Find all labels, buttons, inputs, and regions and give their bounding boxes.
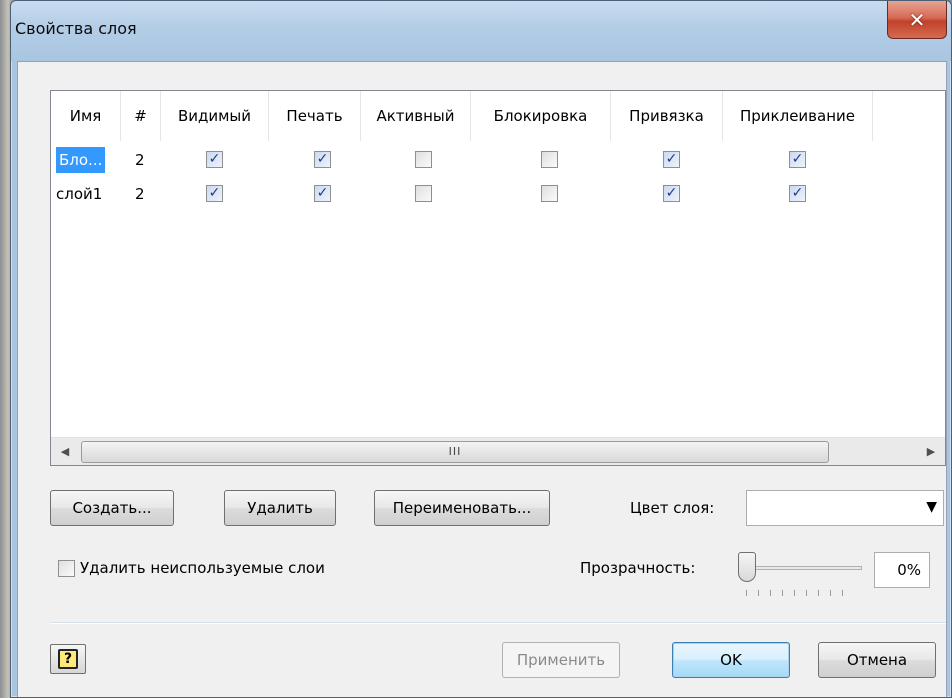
create-button[interactable]: Создать... bbox=[50, 490, 174, 526]
title-bar: Свойства слоя ✕ bbox=[11, 1, 951, 61]
snap-checkbox[interactable]: ✓ bbox=[663, 185, 680, 202]
help-icon: ? bbox=[58, 649, 78, 669]
chevron-down-icon: ▼ bbox=[926, 499, 937, 515]
active-checkbox[interactable] bbox=[415, 151, 432, 168]
column-header-visible[interactable]: Видимый bbox=[161, 91, 269, 141]
table-row[interactable]: Бло... 2 ✓ ✓ ✓ ✓ bbox=[51, 143, 945, 177]
column-header-snap[interactable]: Привязка bbox=[611, 91, 723, 141]
visible-checkbox[interactable]: ✓ bbox=[206, 151, 223, 168]
remove-unused-checkbox[interactable] bbox=[58, 560, 75, 577]
print-checkbox[interactable]: ✓ bbox=[314, 185, 331, 202]
layer-name-cell[interactable]: Бло... bbox=[51, 143, 106, 177]
layer-color-select[interactable]: ▼ bbox=[746, 490, 944, 526]
scroll-right-icon[interactable]: ▶ bbox=[917, 438, 945, 466]
lock-checkbox[interactable] bbox=[541, 185, 558, 202]
delete-button[interactable]: Удалить bbox=[224, 490, 336, 526]
table-row[interactable]: слой1 2 ✓ ✓ ✓ ✓ bbox=[51, 177, 945, 211]
layers-list[interactable]: Имя # Видимый Печать Активный Блокировка… bbox=[50, 90, 946, 466]
column-header-name[interactable]: Имя bbox=[51, 91, 121, 141]
column-header-glue[interactable]: Приклеивание bbox=[723, 91, 873, 141]
scroll-left-icon[interactable]: ◀ bbox=[51, 438, 79, 466]
column-header-active[interactable]: Активный bbox=[361, 91, 471, 141]
active-checkbox[interactable] bbox=[415, 185, 432, 202]
transparency-label: Прозрачность: bbox=[580, 559, 696, 577]
layer-count-cell: 2 bbox=[135, 185, 145, 203]
separator-line bbox=[50, 622, 946, 624]
list-header: Имя # Видимый Печать Активный Блокировка… bbox=[51, 91, 945, 141]
horizontal-scrollbar[interactable]: ◀ III ▶ bbox=[51, 437, 945, 465]
visible-checkbox[interactable]: ✓ bbox=[206, 185, 223, 202]
layer-name: слой1 bbox=[56, 185, 103, 203]
dialog-body: Имя # Видимый Печать Активный Блокировка… bbox=[17, 61, 947, 697]
column-header-count[interactable]: # bbox=[121, 91, 161, 141]
layer-name-cell[interactable]: слой1 bbox=[51, 177, 102, 211]
column-header-print[interactable]: Печать bbox=[269, 91, 361, 141]
layer-count-cell: 2 bbox=[135, 151, 145, 169]
transparency-value-field[interactable]: 0% bbox=[874, 552, 930, 588]
transparency-slider-track[interactable] bbox=[746, 566, 862, 570]
close-button[interactable]: ✕ bbox=[887, 1, 947, 39]
close-icon: ✕ bbox=[908, 7, 926, 32]
transparency-slider-thumb[interactable] bbox=[738, 552, 756, 582]
lock-checkbox[interactable] bbox=[541, 151, 558, 168]
print-checkbox[interactable]: ✓ bbox=[314, 151, 331, 168]
remove-unused-label: Удалить неиспользуемые слои bbox=[80, 559, 325, 577]
column-header-lock[interactable]: Блокировка bbox=[471, 91, 611, 141]
scroll-grip-icon: III bbox=[448, 445, 462, 458]
cancel-button[interactable]: Отмена bbox=[818, 642, 936, 678]
snap-checkbox[interactable]: ✓ bbox=[663, 151, 680, 168]
glue-checkbox[interactable]: ✓ bbox=[789, 151, 806, 168]
layer-properties-dialog: Свойства слоя ✕ Имя # Видимый Печать Акт… bbox=[10, 0, 952, 698]
transparency-slider-ticks bbox=[746, 590, 854, 596]
scroll-thumb[interactable]: III bbox=[81, 441, 829, 463]
glue-checkbox[interactable]: ✓ bbox=[789, 185, 806, 202]
layer-name: Бло... bbox=[56, 147, 106, 173]
window-title: Свойства слоя bbox=[15, 19, 137, 38]
apply-button[interactable]: Применить bbox=[502, 642, 620, 678]
layer-color-label: Цвет слоя: bbox=[630, 499, 715, 517]
rename-button[interactable]: Переименовать... bbox=[374, 490, 550, 526]
ok-button[interactable]: OK bbox=[672, 642, 790, 678]
help-button[interactable]: ? bbox=[50, 644, 86, 674]
